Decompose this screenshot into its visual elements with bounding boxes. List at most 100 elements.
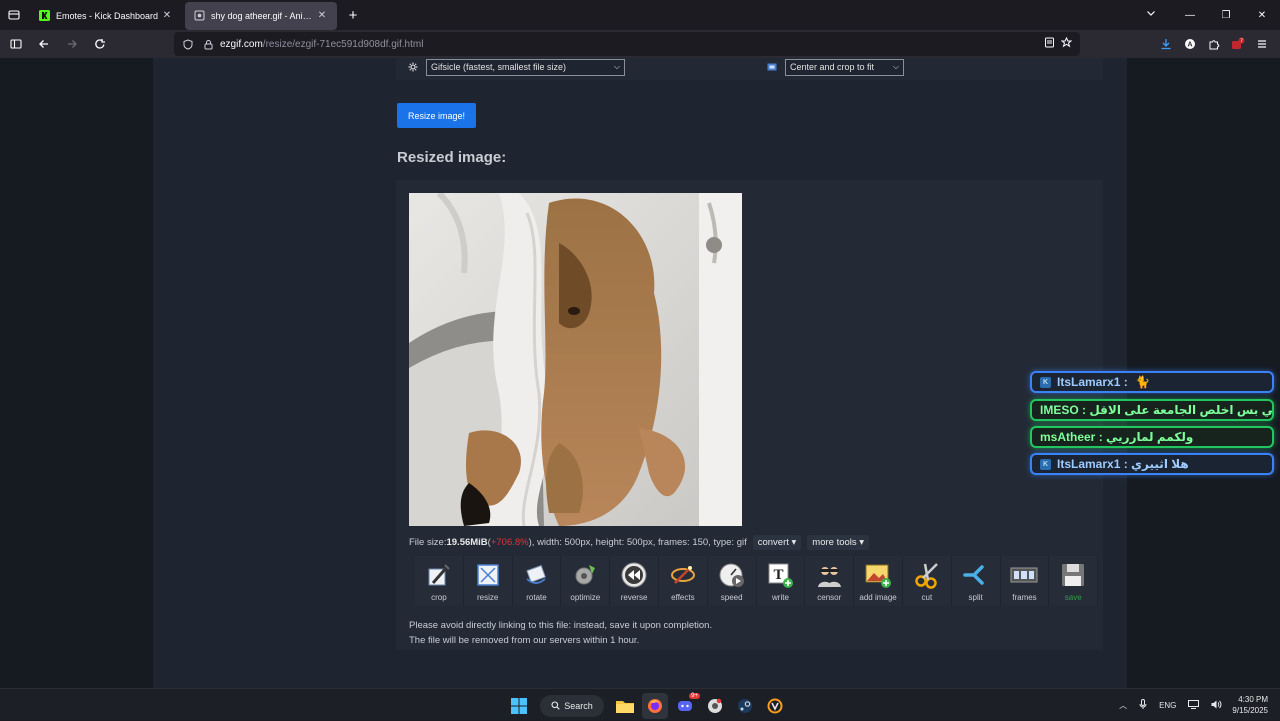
- tool-frames[interactable]: frames: [1000, 556, 1050, 606]
- language-indicator[interactable]: ENG: [1159, 701, 1176, 710]
- tool-strip: crop resize rotate optimize reverse effe…: [415, 556, 1099, 606]
- new-tab-icon[interactable]: +: [341, 3, 365, 27]
- tab-kick-dashboard[interactable]: Emotes - Kick Dashboard ✕: [30, 2, 182, 30]
- crop-select[interactable]: Center and crop to fit ⌵: [785, 58, 904, 76]
- crop-icon: [424, 560, 454, 590]
- addon-badge-icon[interactable]: 7: [1226, 32, 1250, 56]
- method-option: Gifsicle (fastest, smallest file size) ⌵: [408, 58, 625, 76]
- tool-label: speed: [720, 593, 743, 602]
- account-icon[interactable]: A: [1178, 32, 1202, 56]
- chrome-icon[interactable]: [702, 693, 728, 719]
- resized-gif-image: [409, 193, 742, 526]
- discord-icon[interactable]: 9+: [672, 693, 700, 719]
- tool-reverse[interactable]: reverse: [610, 556, 659, 606]
- tool-crop[interactable]: crop: [415, 556, 464, 606]
- chat-user: IMESO: [1040, 403, 1079, 417]
- taskbar-search[interactable]: Search: [540, 695, 604, 717]
- chevron-down-icon[interactable]: [1146, 8, 1156, 21]
- crop-select-value: Center and crop to fit: [790, 62, 875, 72]
- kick-icon: [38, 10, 50, 22]
- tool-speed[interactable]: speed: [707, 556, 757, 606]
- download-icon[interactable]: [1154, 32, 1178, 56]
- overwatch-icon[interactable]: [762, 693, 788, 719]
- tab-strip: Emotes - Kick Dashboard ✕ shy dog atheer…: [0, 0, 1280, 30]
- chat-message: K ItsLamarx1 : هلا اثييري: [1030, 453, 1274, 475]
- reload-icon[interactable]: [88, 32, 112, 56]
- tool-save[interactable]: save: [1049, 556, 1099, 606]
- chat-user: ItsLamarx1: [1057, 457, 1121, 471]
- toolbar-right: A 7: [1154, 32, 1274, 56]
- clock[interactable]: 4:30 PM 9/15/2025: [1232, 694, 1268, 716]
- chat-text: هلا اثييري: [1131, 457, 1189, 471]
- fit-icon: [767, 62, 781, 72]
- steam-icon[interactable]: [732, 693, 758, 719]
- tool-optimize[interactable]: optimize: [561, 556, 611, 606]
- chat-text: 🐈: [1135, 375, 1150, 389]
- shield-icon[interactable]: [180, 38, 196, 50]
- tool-label: rotate: [526, 593, 547, 602]
- chat-message: msAtheer : ولكمم لمارريي: [1030, 426, 1274, 448]
- minimize-icon[interactable]: —: [1172, 0, 1208, 30]
- svg-text:T: T: [774, 567, 784, 583]
- forward-icon[interactable]: [60, 32, 84, 56]
- firefox-icon[interactable]: [642, 693, 668, 719]
- restore-icon[interactable]: ❐: [1208, 0, 1244, 30]
- close-icon[interactable]: ✕: [160, 10, 174, 21]
- split-icon: [961, 560, 991, 590]
- chat-message: K ItsLamarx1 : 🐈: [1030, 371, 1274, 393]
- tool-add-image[interactable]: add image: [854, 556, 903, 606]
- optimize-icon: [570, 560, 600, 590]
- kick-badge-icon: K: [1040, 458, 1051, 470]
- reverse-icon: [619, 560, 649, 590]
- url-bar[interactable]: ezgif.com/resize/ezgif-71ec591d908df.gif…: [174, 32, 1080, 56]
- note-line: The file will be removed from our server…: [409, 635, 640, 646]
- lock-icon[interactable]: [200, 39, 216, 50]
- tool-label: optimize: [570, 593, 601, 602]
- file-explorer-icon[interactable]: [612, 693, 638, 719]
- resize-image-button[interactable]: Resize image!: [397, 103, 476, 128]
- chat-separator: :: [1078, 403, 1090, 417]
- tool-rotate[interactable]: rotate: [512, 556, 562, 606]
- network-icon[interactable]: [1188, 699, 1200, 711]
- tool-label: effects: [671, 593, 695, 602]
- tool-write[interactable]: T write: [756, 556, 806, 606]
- sidebar-icon[interactable]: [4, 32, 28, 56]
- tool-label: save: [1064, 593, 1082, 602]
- volume-icon[interactable]: [1211, 700, 1222, 711]
- tool-cut[interactable]: cut: [902, 556, 952, 606]
- chat-message: IMESO : منطقي بس اخلص الجامعة على الاقل: [1030, 399, 1274, 421]
- chevron-down-icon: ⌵: [613, 62, 620, 71]
- tool-effects[interactable]: effects: [658, 556, 708, 606]
- tool-censor[interactable]: censor: [805, 556, 855, 606]
- content-area: Gifsicle (fastest, smallest file size) ⌵…: [153, 58, 1127, 688]
- extensions-icon[interactable]: [1202, 32, 1226, 56]
- resized-image-heading: Resized image:: [397, 149, 507, 166]
- frames-icon: [1009, 560, 1039, 590]
- tool-resize[interactable]: resize: [463, 556, 513, 606]
- ezgif-icon: [193, 10, 205, 22]
- convert-dropdown[interactable]: convert ▾: [752, 535, 802, 550]
- more-tools-dropdown[interactable]: more tools ▾: [807, 535, 870, 550]
- resize-icon: [473, 560, 503, 590]
- close-icon[interactable]: ✕: [315, 10, 329, 21]
- taskbar: Search 9+ ︿ ENG 4:30 PM 9/15/2025: [0, 688, 1280, 720]
- chat-separator: :: [1120, 457, 1132, 471]
- back-icon[interactable]: [32, 32, 56, 56]
- menu-icon[interactable]: [1250, 32, 1274, 56]
- clock-date: 9/15/2025: [1232, 706, 1268, 715]
- windows-start-icon[interactable]: [506, 693, 532, 719]
- tool-label: crop: [431, 593, 447, 602]
- tab-label: shy dog atheer.gif - Animated GIF: [211, 10, 315, 21]
- tab-list-icon[interactable]: [0, 0, 28, 30]
- chevron-up-icon[interactable]: ︿: [1119, 700, 1127, 711]
- reader-view-icon[interactable]: [1044, 37, 1055, 51]
- microphone-icon[interactable]: [1139, 699, 1147, 711]
- page-viewport: Gifsicle (fastest, smallest file size) ⌵…: [0, 58, 1280, 688]
- tab-ezgif[interactable]: shy dog atheer.gif - Animated GIF ✕: [185, 1, 337, 30]
- bookmark-star-icon[interactable]: [1060, 36, 1073, 51]
- close-window-icon[interactable]: ✕: [1244, 0, 1280, 30]
- method-select[interactable]: Gifsicle (fastest, smallest file size) ⌵: [426, 58, 625, 76]
- chat-user: ItsLamarx1: [1057, 375, 1121, 389]
- add-image-icon: [863, 560, 893, 590]
- tool-split[interactable]: split: [951, 556, 1001, 606]
